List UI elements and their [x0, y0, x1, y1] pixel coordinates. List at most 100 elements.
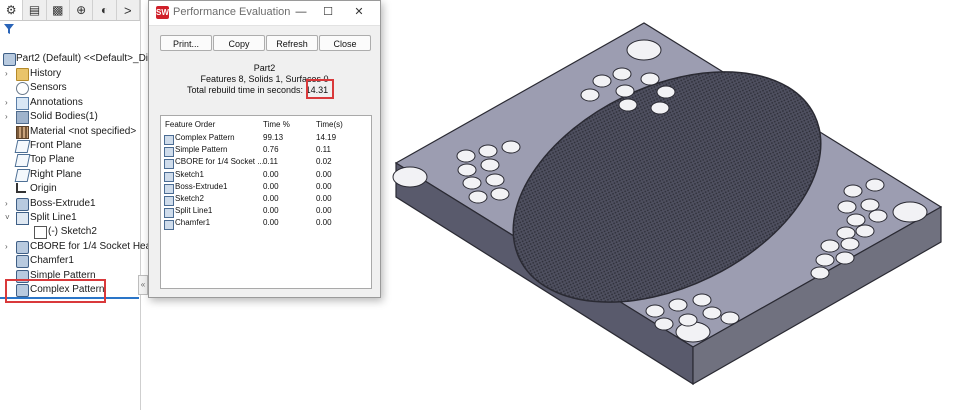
expand-arrow-icon[interactable]: › [5, 197, 8, 211]
configuration-manager-icon: ▩ [52, 3, 64, 17]
expand-arrow-icon[interactable]: › [5, 240, 8, 254]
list-item[interactable]: Complex Pattern 99.13 14.19 [161, 133, 371, 145]
dialog-title-bar[interactable]: SW Performance Evaluation — ☐ ✕ [149, 1, 380, 26]
pattern-hole [837, 200, 857, 214]
expand-arrow-icon[interactable]: › [5, 67, 8, 81]
list-item[interactable]: Sketch1 0.00 0.00 [161, 170, 371, 182]
row-time-seconds: 0.00 [316, 194, 332, 203]
pattern-hole [612, 67, 632, 81]
rebuild-time-label: Total rebuild time in seconds: [187, 85, 304, 95]
configuration-manager-tab[interactable]: ▩ [47, 0, 70, 20]
plane-icon [14, 154, 31, 168]
pattern-hole [654, 317, 674, 331]
column-time-seconds[interactable]: Time(s) [316, 120, 343, 129]
pattern-hole [618, 98, 638, 112]
row-time-percent: 0.00 [263, 169, 279, 179]
row-time-percent: 0.00 [263, 206, 279, 216]
feature-icon [164, 208, 174, 219]
pattern-hole [501, 140, 521, 154]
tree-item-label: Chamfer1 [30, 255, 74, 267]
pattern-hole [615, 84, 635, 98]
tree-root-label: Part2 (Default) <<Default>_Di [16, 53, 149, 64]
row-feature: Chamfer1 [175, 218, 211, 228]
pattern-hole [480, 158, 500, 172]
pattern-hole [860, 198, 880, 212]
pattern-hole [835, 251, 855, 265]
pattern-hole [656, 85, 676, 99]
feature-icon [164, 171, 174, 182]
pattern-hole [668, 298, 688, 312]
cbore-hole [892, 201, 928, 223]
pattern-hole [456, 149, 476, 163]
plane-icon [14, 140, 31, 153]
list-item[interactable]: Sketch2 0.00 0.00 [161, 194, 371, 206]
list-item[interactable]: Simple Pattern 0.76 0.11 [161, 145, 371, 158]
feature-icon [164, 183, 174, 194]
solidworks-app-icon: SW [156, 6, 169, 19]
filter-bar[interactable] [0, 21, 140, 37]
column-feature-order[interactable]: Feature Order [165, 120, 215, 129]
pattern-hole [580, 88, 600, 102]
part-icon [3, 53, 16, 66]
display-manager-icon: ◐ [100, 3, 109, 17]
maximize-button[interactable]: ☐ [321, 5, 335, 19]
display-manager-tab[interactable]: ◐ [93, 0, 117, 20]
pattern-hole [720, 311, 740, 325]
pattern-hole [843, 184, 863, 198]
property-manager-tab[interactable]: ▤ [23, 0, 47, 20]
row-time-seconds: 0.00 [316, 181, 332, 191]
minimize-button[interactable]: — [294, 5, 308, 19]
hole-wizard-icon [16, 240, 29, 254]
print-button[interactable]: Print... [160, 35, 212, 51]
list-item[interactable]: CBORE for 1/4 Socket ... 0.11 0.02 [161, 157, 371, 170]
feature-icon [164, 147, 174, 158]
dimxpert-tab[interactable]: ⊕ [70, 0, 94, 20]
row-time-seconds: 0.00 [316, 206, 332, 216]
feature-icon [164, 196, 174, 206]
tree-item-label: CBORE for 1/4 Socket Head [30, 240, 157, 252]
close-window-button[interactable]: ✕ [352, 5, 366, 19]
perforated-plate-model[interactable] [380, 0, 960, 410]
maximize-icon: ☐ [323, 6, 333, 18]
pattern-hole [592, 74, 612, 88]
tree-item-label: Split Line1 [30, 212, 77, 223]
column-time-percent[interactable]: Time % [263, 120, 290, 129]
pattern-hole [457, 163, 477, 177]
tree-item-label: Top Plane [30, 154, 75, 166]
row-time-seconds: 0.00 [316, 169, 332, 179]
list-item[interactable]: Chamfer1 0.00 0.00 [161, 218, 371, 231]
refresh-button[interactable]: Refresh [266, 35, 318, 51]
pattern-hole [810, 266, 830, 280]
expand-arrow-icon[interactable]: › [5, 96, 8, 110]
row-time-percent: 0.00 [263, 218, 279, 228]
close-button[interactable]: Close [319, 35, 371, 51]
graphics-area[interactable] [380, 0, 960, 410]
row-time-seconds: 0.00 [316, 218, 332, 228]
funnel-icon [4, 24, 14, 34]
row-time-percent: 99.13 [263, 133, 284, 142]
pattern-hole [462, 176, 482, 190]
pattern-hole [645, 304, 665, 318]
annotations-icon [16, 96, 29, 110]
expand-arrow-icon[interactable]: › [5, 110, 8, 124]
collapse-panel-handle[interactable]: « [138, 275, 148, 295]
row-time-percent: 0.11 [263, 157, 278, 167]
list-item[interactable]: Split Line1 0.00 0.00 [161, 206, 371, 219]
dialog-title: Performance Evaluation [173, 6, 291, 18]
feature-icon [164, 220, 174, 231]
chamfer-icon [16, 255, 29, 269]
sensors-icon [16, 82, 29, 96]
sketch-icon [34, 226, 47, 240]
feature-summary: Features 8, Solids 1, Surfaces 0 [200, 74, 329, 84]
pattern-hole [468, 190, 488, 204]
feature-manager-tab[interactable]: ⚙ [0, 0, 24, 20]
part-name: Part2 [253, 63, 276, 73]
pattern-hole [478, 144, 498, 158]
more-tabs-button[interactable]: > [117, 0, 140, 20]
feature-time-list[interactable]: Feature Order Time % Time(s) Complex Pat… [160, 115, 372, 289]
list-item[interactable]: Boss-Extrude1 0.00 0.00 [161, 182, 371, 194]
feature-icon [164, 159, 174, 170]
expand-arrow-icon[interactable]: ˅ [5, 211, 10, 225]
copy-button[interactable]: Copy [213, 35, 265, 51]
tree-item-label: Material <not specified> [30, 125, 137, 137]
